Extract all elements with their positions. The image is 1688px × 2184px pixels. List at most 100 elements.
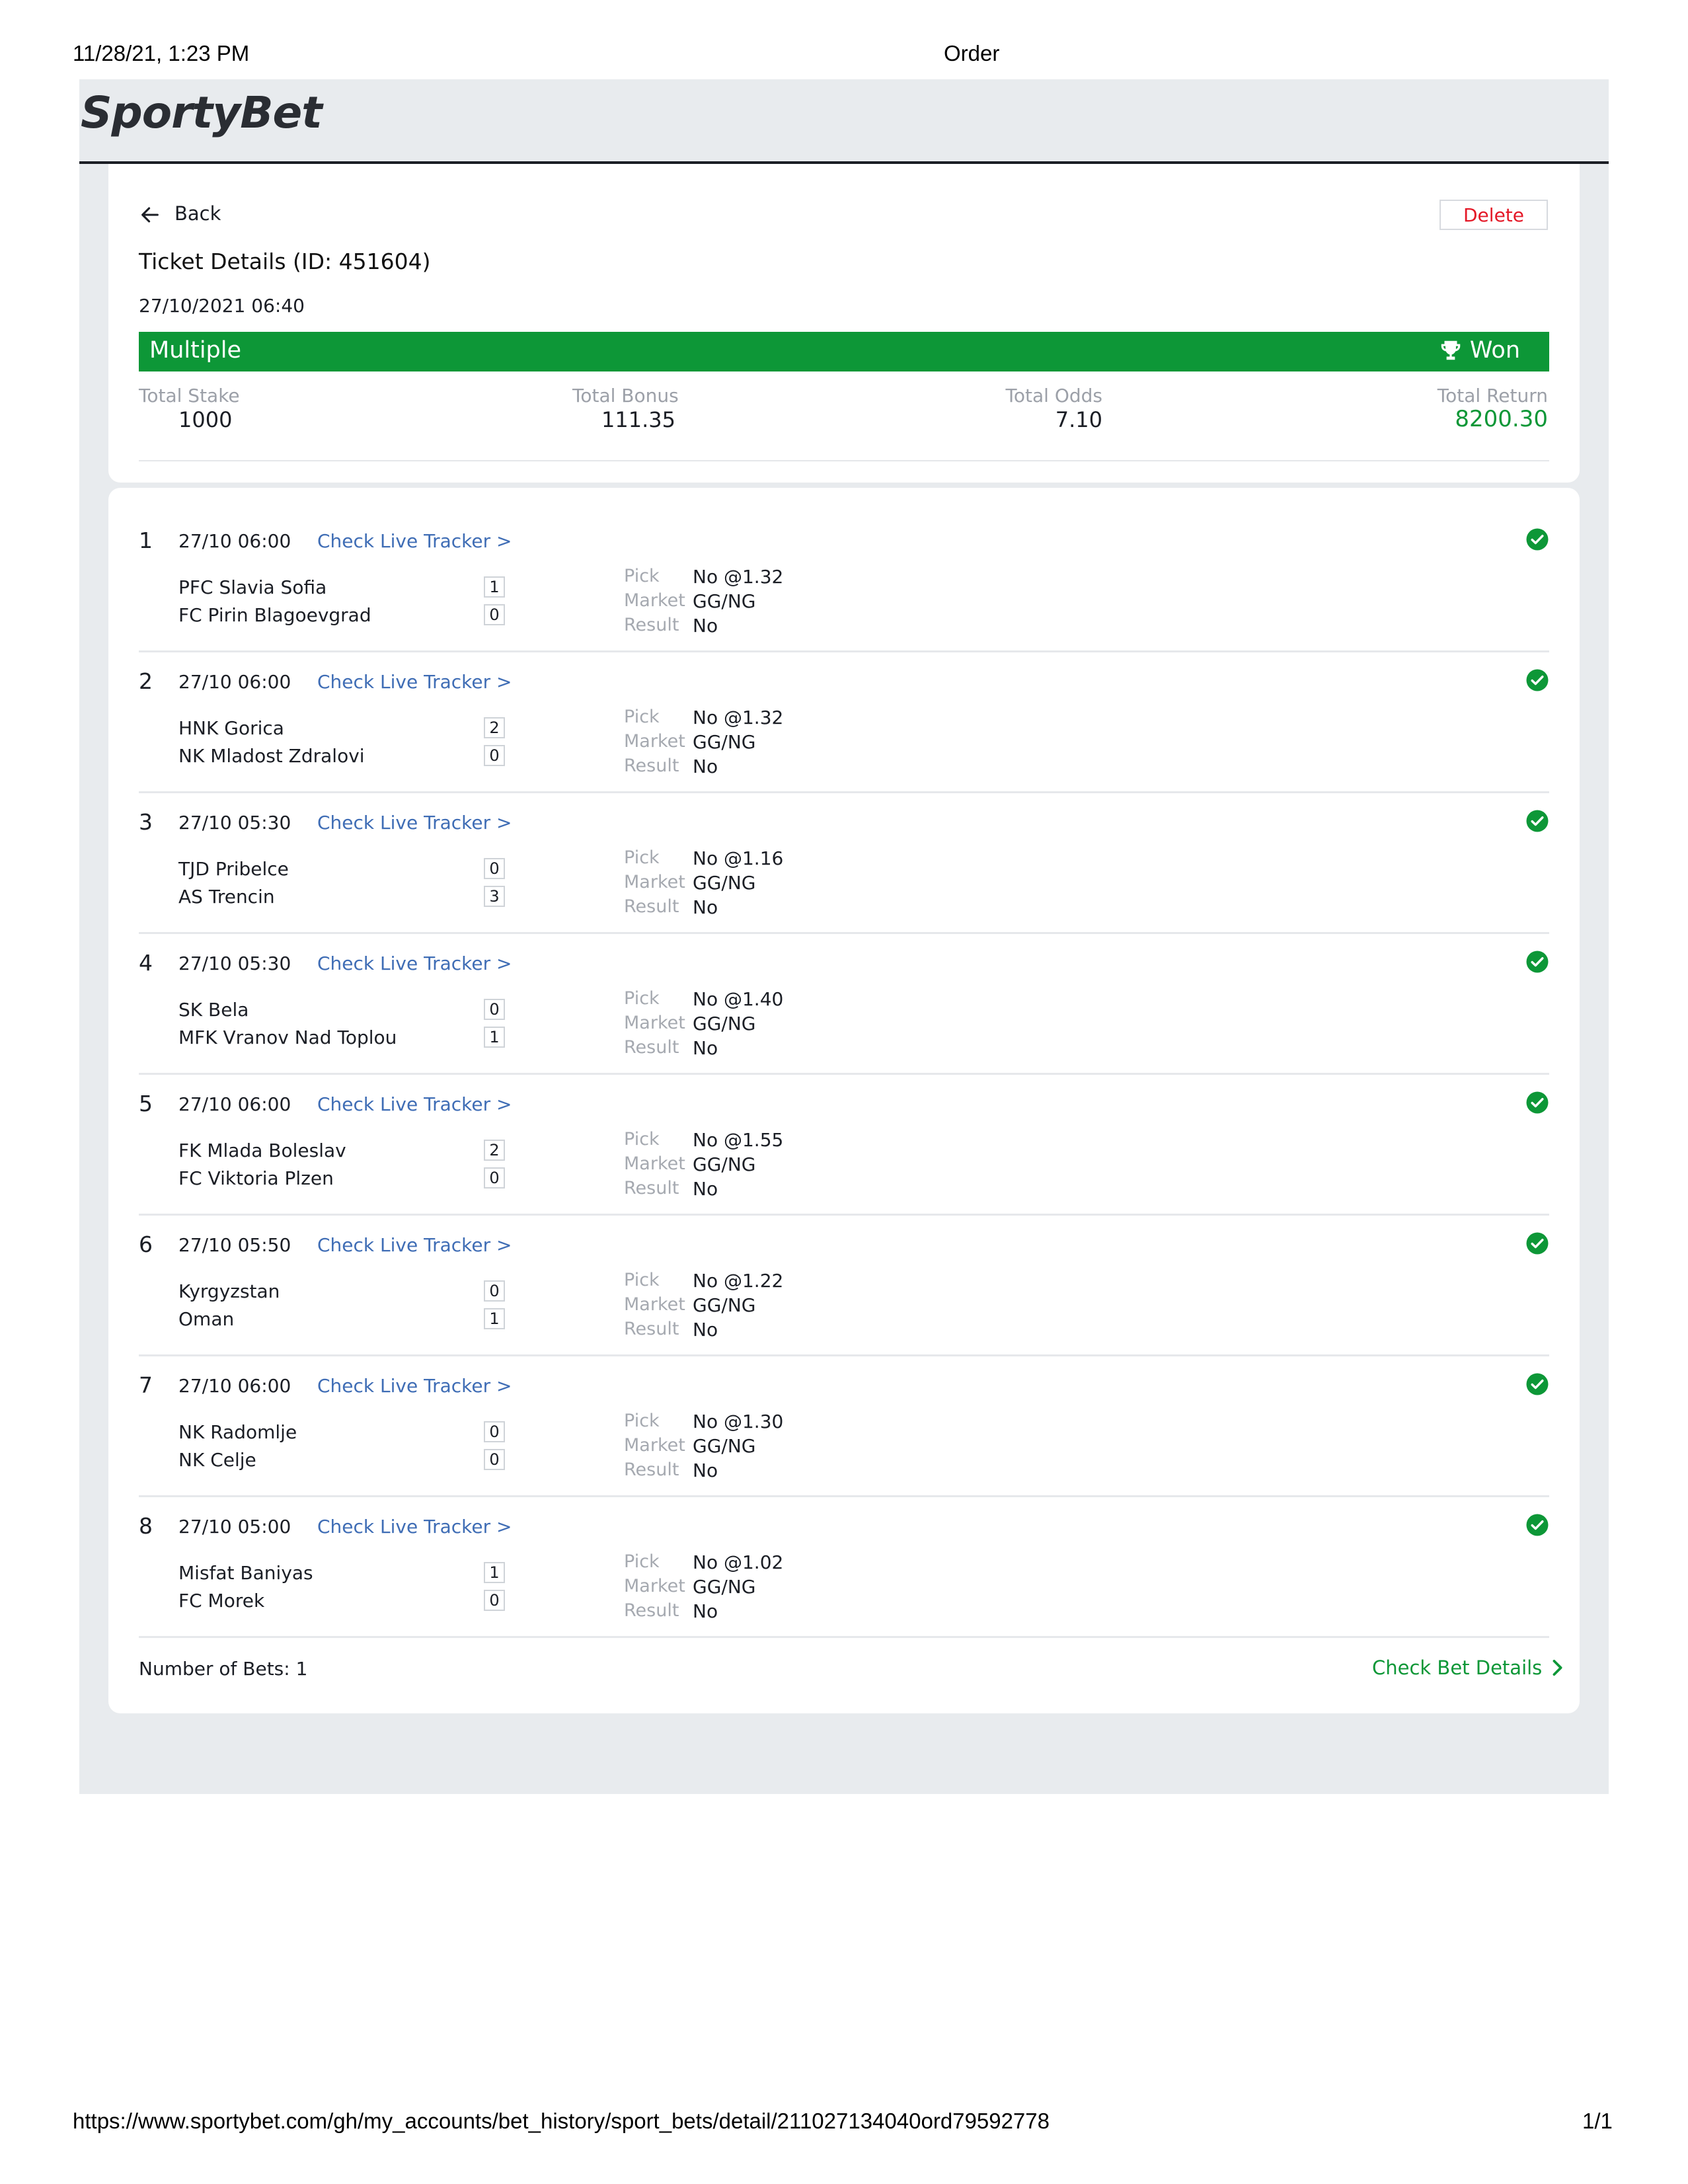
pick-value: No @1.32 <box>693 707 784 728</box>
result-label: Result <box>624 1600 679 1621</box>
live-tracker-link[interactable]: Check Live Tracker > <box>317 530 512 552</box>
home-team: TJD Pribelce <box>178 858 289 880</box>
home-score: 0 <box>484 999 505 1020</box>
event-row: 5 27/10 06:00 Check Live Tracker > FK Ml… <box>139 1083 1549 1224</box>
pick-label: Pick <box>624 707 660 727</box>
market-label: Market <box>624 1576 685 1596</box>
pick-label: Pick <box>624 1551 660 1572</box>
sportybet-logo[interactable]: SportyBet <box>81 87 323 138</box>
event-divider <box>139 791 1549 793</box>
market-value: GG/NG <box>693 1576 756 1598</box>
result-label: Result <box>624 756 679 776</box>
away-team: FC Viktoria Plzen <box>178 1167 334 1189</box>
print-url: https://www.sportybet.com/gh/my_accounts… <box>73 2109 1050 2133</box>
total-bonus-value: 111.35 <box>601 407 675 432</box>
pick-value: No @1.16 <box>693 847 784 869</box>
arrow-left-icon[interactable] <box>139 204 161 226</box>
market-label: Market <box>624 1294 685 1315</box>
pick-value: No @1.22 <box>693 1270 784 1292</box>
event-number: 5 <box>139 1091 153 1116</box>
event-kickoff-time: 27/10 05:50 <box>178 1234 291 1256</box>
event-kickoff-time: 27/10 06:00 <box>178 671 291 693</box>
away-score: 0 <box>484 745 505 766</box>
away-team: FC Morek <box>178 1590 265 1612</box>
home-team: HNK Gorica <box>178 717 284 739</box>
pick-label: Pick <box>624 1129 660 1150</box>
delete-button[interactable]: Delete <box>1439 200 1548 230</box>
live-tracker-link[interactable]: Check Live Tracker > <box>317 1516 512 1538</box>
back-button[interactable]: Back <box>174 202 221 225</box>
away-score: 3 <box>484 886 505 907</box>
result-value: No <box>693 896 718 918</box>
away-team: NK Mladost Zdralovi <box>178 745 365 767</box>
market-label: Market <box>624 1013 685 1033</box>
total-stake-value: 1000 <box>178 407 233 432</box>
home-score: 1 <box>484 1562 505 1583</box>
event-row: 6 27/10 05:50 Check Live Tracker > Kyrgy… <box>139 1224 1549 1364</box>
market-label: Market <box>624 1153 685 1174</box>
event-number: 4 <box>139 950 153 976</box>
live-tracker-link[interactable]: Check Live Tracker > <box>317 953 512 974</box>
home-team: PFC Slavia Sofia <box>178 576 327 598</box>
check-circle-icon <box>1526 1373 1549 1395</box>
result-label: Result <box>624 1037 679 1058</box>
event-row: 4 27/10 05:30 Check Live Tracker > SK Be… <box>139 942 1549 1083</box>
check-circle-icon <box>1526 1514 1549 1536</box>
result-label: Result <box>624 1460 679 1480</box>
market-label: Market <box>624 731 685 752</box>
pick-value: No @1.55 <box>693 1129 784 1151</box>
result-value: No <box>693 1178 718 1200</box>
event-kickoff-time: 27/10 06:00 <box>178 1093 291 1115</box>
check-circle-icon <box>1526 1091 1549 1114</box>
pick-label: Pick <box>624 988 660 1009</box>
live-tracker-link[interactable]: Check Live Tracker > <box>317 1234 512 1256</box>
pick-value: No @1.02 <box>693 1551 784 1573</box>
live-tracker-link[interactable]: Check Live Tracker > <box>317 671 512 693</box>
event-row: 8 27/10 05:00 Check Live Tracker > Misfa… <box>139 1505 1549 1646</box>
pick-label: Pick <box>624 847 660 868</box>
event-row: 2 27/10 06:00 Check Live Tracker > HNK G… <box>139 660 1549 801</box>
live-tracker-link[interactable]: Check Live Tracker > <box>317 812 512 834</box>
check-bet-details-link[interactable]: Check Bet Details <box>1372 1657 1564 1679</box>
total-odds-label: Total Odds <box>1005 385 1102 407</box>
trophy-icon <box>1441 340 1461 360</box>
market-value: GG/NG <box>693 1435 756 1457</box>
market-value: GG/NG <box>693 590 756 612</box>
market-label: Market <box>624 872 685 892</box>
away-score: 0 <box>484 1167 505 1189</box>
away-team: NK Celje <box>178 1449 256 1471</box>
number-of-bets: Number of Bets: 1 <box>139 1658 308 1680</box>
live-tracker-link[interactable]: Check Live Tracker > <box>317 1375 512 1397</box>
home-team: SK Bela <box>178 999 249 1021</box>
check-circle-icon <box>1526 810 1549 832</box>
event-number: 7 <box>139 1372 153 1398</box>
home-team: FK Mlada Boleslav <box>178 1140 346 1161</box>
event-kickoff-time: 27/10 05:00 <box>178 1516 291 1538</box>
away-team: Oman <box>178 1308 235 1330</box>
result-value: No <box>693 1037 718 1059</box>
bet-status-bar: Multiple Won <box>139 332 1549 371</box>
home-score: 2 <box>484 717 505 738</box>
event-number: 6 <box>139 1231 153 1257</box>
market-value: GG/NG <box>693 731 756 753</box>
result-value: No <box>693 1460 718 1481</box>
home-team: Misfat Baniyas <box>178 1562 313 1584</box>
away-team: MFK Vranov Nad Toplou <box>178 1027 397 1048</box>
away-score: 0 <box>484 1449 505 1470</box>
result-value: No <box>693 1319 718 1341</box>
summary-divider <box>139 460 1549 461</box>
event-divider <box>139 1214 1549 1216</box>
result-value: No <box>693 756 718 777</box>
won-label: Won <box>1469 337 1520 364</box>
market-value: GG/NG <box>693 1153 756 1175</box>
event-divider <box>139 650 1549 652</box>
live-tracker-link[interactable]: Check Live Tracker > <box>317 1093 512 1115</box>
chevron-right-icon <box>1553 1659 1562 1676</box>
pick-label: Pick <box>624 566 660 586</box>
market-label: Market <box>624 1435 685 1456</box>
print-page-number: 1/1 <box>1582 2109 1613 2133</box>
event-row: 7 27/10 06:00 Check Live Tracker > NK Ra… <box>139 1364 1549 1505</box>
away-score: 0 <box>484 1590 505 1611</box>
event-number: 3 <box>139 809 153 835</box>
home-score: 2 <box>484 1140 505 1161</box>
